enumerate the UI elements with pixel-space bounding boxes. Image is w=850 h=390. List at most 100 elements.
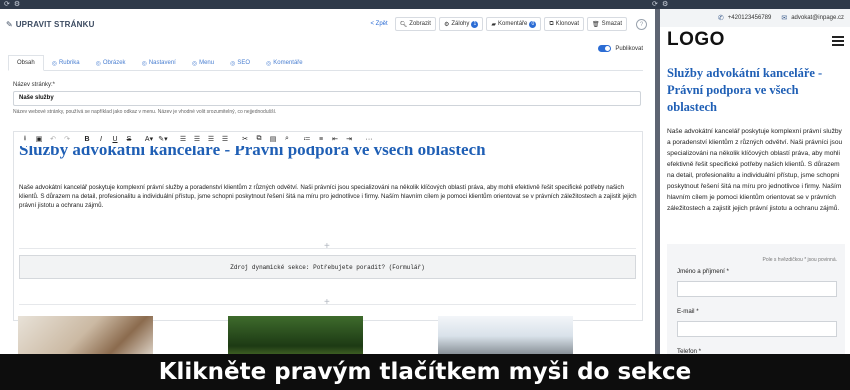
align-left-icon[interactable]: ☰ [176, 135, 190, 143]
delete-button-label: Smazat [601, 21, 622, 27]
edit-icon: ✎ [6, 19, 13, 29]
preview-contact-bar: ✆ +420123456789 ✉ advokat@inpage.cz [660, 9, 850, 27]
publish-toggle-row: Publikovat [598, 45, 643, 52]
refresh-icon[interactable]: ⟳ [4, 0, 10, 9]
clone-button[interactable]: ⧉ Klonovat [544, 17, 585, 31]
tab-label: Obsah [17, 60, 35, 66]
top-strip: ⟳ ⚙ ⟳ ⚙ [0, 0, 850, 9]
numbered-list-icon[interactable]: ≔ [300, 135, 314, 143]
highlight-icon[interactable]: ✎▾ [156, 135, 170, 143]
download-icon[interactable]: ⭳ [18, 134, 32, 145]
eye-icon: ◎ [191, 60, 198, 67]
delete-button[interactable]: 🗑︎ Smazat [587, 17, 627, 31]
undo-icon[interactable]: ↶ [46, 135, 60, 143]
editor-toolbar: ⭳ ▣ ↶ ↷ B I U S A▾ ✎▾ ☰ ☰ ☰ ☰ ✂ ⧉ ▤ ⌕ ≔ … [14, 132, 642, 146]
trash-icon: 🗑︎ [592, 21, 600, 28]
bold-icon[interactable]: B [80, 136, 94, 143]
tab-rubrika[interactable]: ◎ Rubrika [44, 55, 88, 71]
required-note: Pole s hvězdičkou * jsou povinná. [762, 257, 838, 263]
ai-icon[interactable]: ▣ [32, 135, 46, 143]
search-icon: 🔍︎ [399, 21, 408, 28]
comments-button-label: Komentáře [498, 21, 528, 27]
comment-icon: ▰ [491, 21, 497, 28]
app-root: ⟳ ⚙ ⟳ ⚙ ✎ UPRAVIT STRÁNKU < Zpět 🔍︎ Zobra… [0, 0, 850, 390]
italic-icon[interactable]: I [94, 136, 108, 143]
page-name-input[interactable]: Naše služby [13, 91, 641, 106]
preview-heading: Služby advokátní kanceláře - Právní podp… [667, 66, 823, 114]
preview-panel: ✆ +420123456789 ✉ advokat@inpage.cz LOGO… [660, 9, 850, 390]
preview-logo[interactable]: LOGO [667, 29, 725, 51]
eye-icon: ◎ [266, 60, 272, 67]
view-button[interactable]: 🔍︎ Zobrazit [394, 17, 436, 31]
paste-icon[interactable]: ▤ [266, 135, 280, 143]
phone-icon: ✆ [717, 15, 724, 22]
tab-label: Nastavení [148, 60, 176, 66]
outdent-icon[interactable]: ⇤ [328, 135, 342, 143]
add-section-icon[interactable]: + [324, 297, 330, 308]
settings-icon[interactable]: ⚙ [14, 0, 20, 9]
publish-label: Publikovat [615, 45, 643, 52]
tutorial-caption: Klikněte pravým tlačítkem myši do sekce [0, 354, 850, 390]
cut-icon[interactable]: ✂ [238, 135, 252, 143]
refresh-icon[interactable]: ⟳ [652, 0, 658, 9]
content-paragraph[interactable]: Naše advokátní kancelář poskytuje komple… [19, 183, 639, 210]
search-icon[interactable]: ⌕ [280, 135, 294, 143]
copy-icon: ⧉ [549, 20, 554, 27]
align-right-icon[interactable]: ☰ [204, 135, 218, 143]
name-field-label: Jméno a příjmení * [677, 268, 729, 275]
backups-badge: 1 [471, 20, 479, 28]
tab-nastaveni[interactable]: ◎ Nastavení [134, 55, 184, 71]
more-icon[interactable]: ··· [362, 136, 376, 143]
bullet-list-icon[interactable]: ≡ [314, 136, 328, 143]
strikethrough-icon[interactable]: S [122, 136, 136, 143]
tab-seo[interactable]: ◎ SEO [222, 55, 258, 71]
tab-label: Menu [199, 60, 215, 66]
page-title: UPRAVIT STRÁNKU [15, 19, 95, 29]
eye-icon: ◎ [95, 60, 101, 67]
hamburger-menu-icon[interactable] [832, 36, 844, 48]
content-editor[interactable]: ⭳ ▣ ↶ ↷ B I U S A▾ ✎▾ ☰ ☰ ☰ ☰ ✂ ⧉ ▤ ⌕ ≔ … [13, 131, 643, 321]
tab-menu[interactable]: ◎ Menu [184, 55, 222, 71]
copy-icon[interactable]: ⧉ [252, 135, 266, 143]
back-link[interactable]: < Zpět [370, 21, 387, 27]
tab-komentare[interactable]: ◎ Komentáře [258, 55, 311, 71]
page-header: ✎ UPRAVIT STRÁNKU < Zpět 🔍︎ Zobrazit ⚙ Zál… [0, 9, 655, 39]
view-button-label: Zobrazit [409, 21, 431, 27]
tab-obrazek[interactable]: ◎ Obrázek [88, 55, 134, 71]
settings-icon[interactable]: ⚙ [662, 0, 668, 9]
eye-icon: ◎ [51, 60, 57, 67]
text-color-icon[interactable]: A▾ [142, 135, 156, 143]
preview-phone[interactable]: +420123456789 [728, 15, 772, 21]
page-name-label: Název stránky:* [13, 82, 56, 88]
underline-icon[interactable]: U [108, 136, 122, 143]
align-justify-icon[interactable]: ☰ [218, 135, 232, 143]
email-field-label: E-mail * [677, 308, 699, 315]
gear-icon: ⚙ [443, 21, 450, 28]
eye-icon: ◎ [230, 60, 236, 67]
name-field[interactable] [677, 281, 837, 297]
redo-icon[interactable]: ↷ [60, 135, 74, 143]
comments-button[interactable]: ▰ Komentáře 0 [486, 17, 542, 31]
dynamic-section-label: Zdroj dynamické sekce: Potřebujete porad… [230, 263, 425, 271]
eye-icon: ◎ [141, 60, 147, 67]
help-icon[interactable]: ? [636, 18, 647, 30]
tab-bar: Obsah ◎ Rubrika ◎ Obrázek ◎ Nastavení ◎ Menu… [8, 55, 643, 71]
tab-label: Obrázek [102, 60, 126, 66]
clone-button-label: Klonovat [555, 21, 580, 27]
tab-label: Rubrika [58, 60, 80, 66]
indent-icon[interactable]: ⇥ [342, 135, 356, 143]
dynamic-section[interactable]: Zdroj dynamické sekce: Potřebujete porad… [19, 255, 636, 279]
add-section-icon[interactable]: + [324, 241, 330, 252]
align-center-icon[interactable]: ☰ [190, 135, 204, 143]
tab-label: SEO [237, 60, 251, 66]
publish-toggle[interactable] [598, 45, 612, 52]
tab-obsah[interactable]: Obsah [8, 55, 44, 71]
mail-icon: ✉ [781, 15, 788, 22]
header-actions: < Zpět 🔍︎ Zobrazit ⚙ Zálohy 1 ▰ Komentáře 0 ⧉… [370, 17, 647, 31]
preview-email[interactable]: advokat@inpage.cz [791, 15, 844, 21]
email-field[interactable] [677, 321, 837, 337]
backups-button[interactable]: ⚙ Zálohy 1 [438, 17, 484, 31]
page-name-help: Název webové stránky, používá se napříkl… [13, 109, 277, 115]
editor-panel: ✎ UPRAVIT STRÁNKU < Zpět 🔍︎ Zobrazit ⚙ Zál… [0, 9, 655, 390]
comments-badge: 0 [529, 20, 537, 28]
